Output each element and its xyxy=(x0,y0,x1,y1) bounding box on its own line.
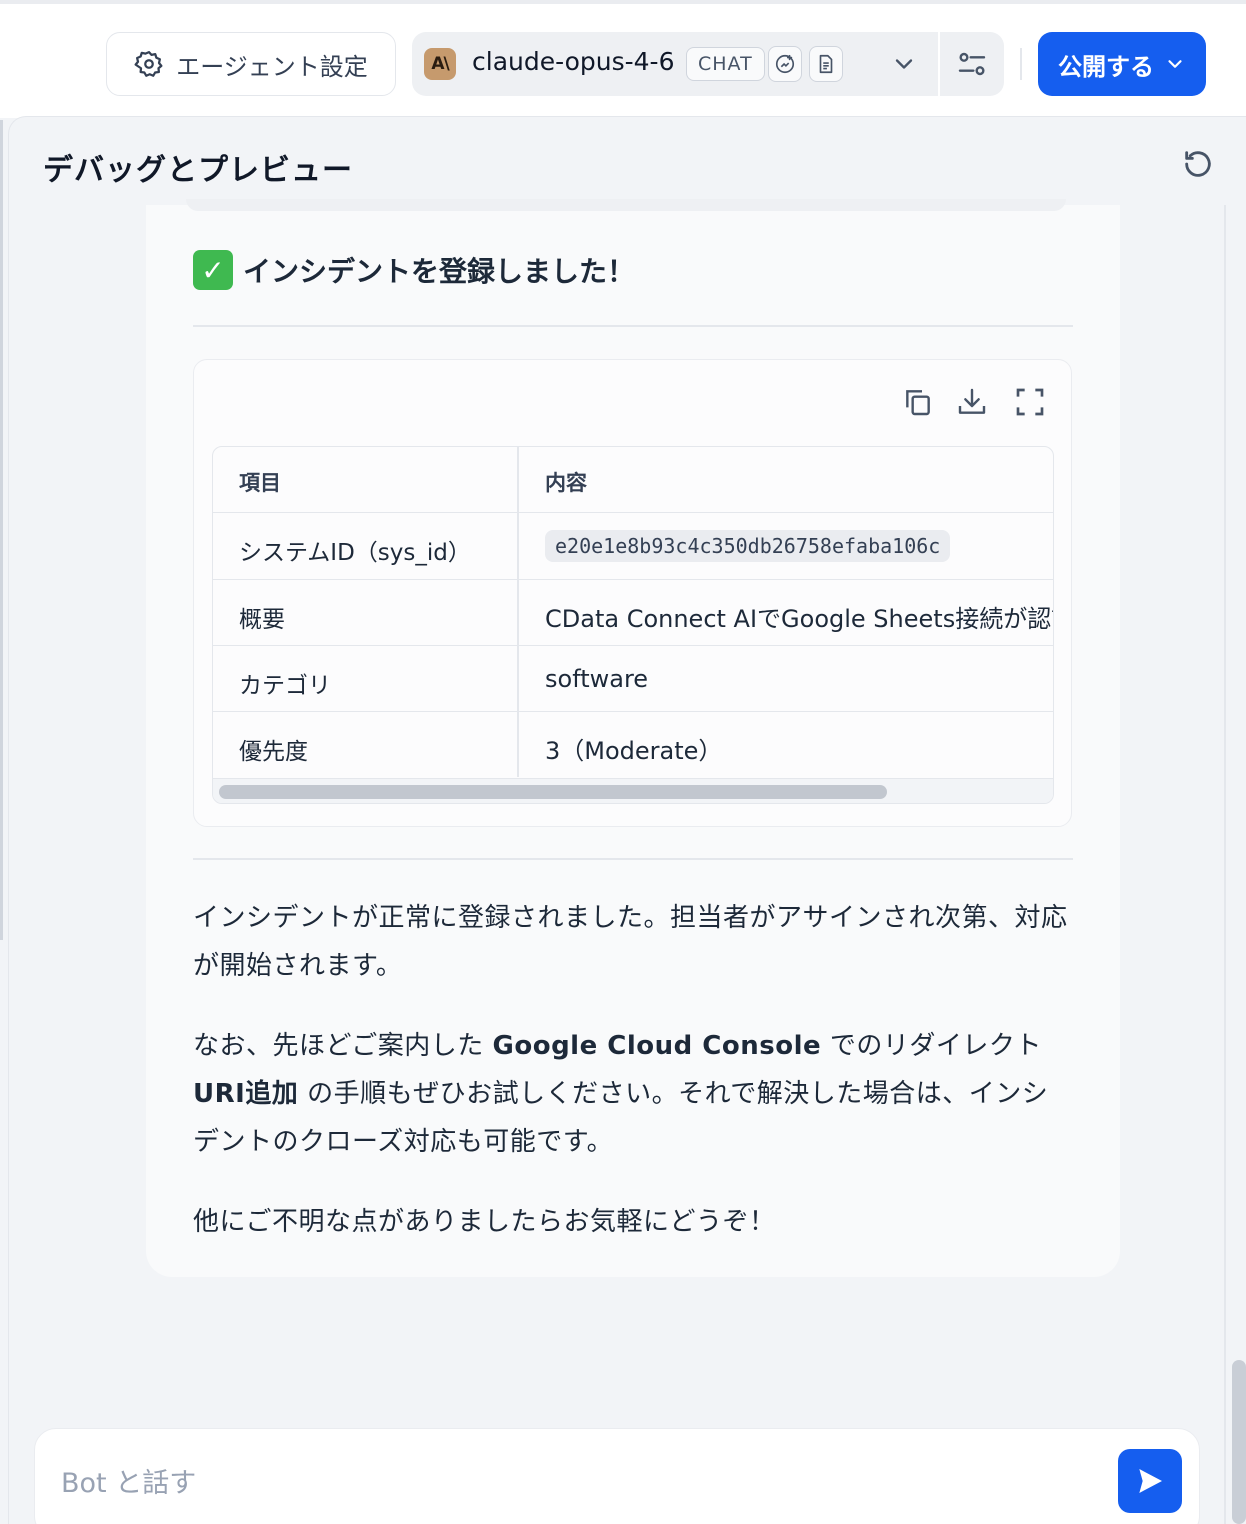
table-cell-value: 3（Moderate） xyxy=(545,737,723,765)
table-row: 優先度 3（Moderate） xyxy=(213,712,1053,779)
success-heading: ✓ インシデントを登録しました！ xyxy=(193,250,635,290)
chat-input[interactable] xyxy=(61,1459,1061,1507)
model-divider xyxy=(938,32,940,96)
panel-title: デバッグとプレビュー xyxy=(43,153,353,188)
download-icon[interactable] xyxy=(956,386,988,418)
send-icon xyxy=(1139,1469,1162,1493)
success-text: インシデントを登録しました！ xyxy=(243,255,636,288)
table-cell-label: 概要 xyxy=(239,607,285,633)
agent-settings-button[interactable]: エージェント設定 xyxy=(106,32,396,96)
table-row: カテゴリ software xyxy=(213,646,1053,712)
table-cell-label: システムID（sys_id） xyxy=(239,540,471,566)
refresh-icon[interactable] xyxy=(1181,147,1215,181)
publish-label: 公開する xyxy=(1058,52,1154,81)
table-cell-value: software xyxy=(545,665,649,693)
toolbar-divider xyxy=(1020,48,1022,80)
model-selector[interactable]: A\ claude-opus-4-6 CHAT xyxy=(412,32,1004,96)
bold-text: Google Cloud Console xyxy=(492,1031,822,1061)
divider xyxy=(193,325,1073,327)
table-cell-label: カテゴリ xyxy=(239,673,331,699)
table-cell-value: e20e1e8b93c4c350db26758efaba106c xyxy=(545,530,951,562)
message-paragraph: 他にご不明な点がありましたらお気軽にどうぞ！ xyxy=(193,1207,776,1237)
text-segment: でのリダイレクト xyxy=(821,1031,1042,1061)
data-table: 項目 内容 システムID（sys_id） e20e1e8b93c4c350db2… xyxy=(212,446,1054,804)
divider xyxy=(193,858,1073,860)
model-name: claude-opus-4-6 xyxy=(472,47,675,76)
scroll-rail xyxy=(1224,205,1226,1524)
check-icon: ✓ xyxy=(193,250,233,290)
message-paragraph: なお、先ほどご案内した Google Cloud Console でのリダイレク… xyxy=(193,1022,1073,1166)
table-block: 項目 内容 システムID（sys_id） e20e1e8b93c4c350db2… xyxy=(193,359,1072,827)
gear-icon xyxy=(134,51,163,77)
model-mode-badge: CHAT xyxy=(686,47,765,81)
text-segment: なお、先ほどご案内した xyxy=(193,1031,493,1061)
table-cell-value: CData Connect AIでGoogle Sheets接続が認証エラーにな… xyxy=(545,605,1053,633)
table-scrollbar-track xyxy=(213,779,1053,803)
table-row: 概要 CData Connect AIでGoogle Sheets接続が認証エラ… xyxy=(213,580,1053,646)
agent-settings-label: エージェント設定 xyxy=(176,52,368,81)
table-header-cell: 項目 xyxy=(239,471,281,495)
chevron-down-icon[interactable] xyxy=(890,50,918,78)
anthropic-logo-icon: A\ xyxy=(424,48,456,80)
send-button[interactable] xyxy=(1118,1449,1182,1513)
vision-icon xyxy=(768,46,802,82)
table-header-row: 項目 内容 xyxy=(213,447,1053,513)
fullscreen-icon[interactable] xyxy=(1014,386,1046,418)
table-row: システムID（sys_id） e20e1e8b93c4c350db26758ef… xyxy=(213,513,1053,580)
sys-id-code: e20e1e8b93c4c350db26758efaba106c xyxy=(545,530,951,562)
top-toolbar: エージェント設定 A\ claude-opus-4-6 CHAT 公開する xyxy=(0,0,1246,118)
document-icon xyxy=(809,46,843,82)
panel-resize-handle[interactable] xyxy=(0,120,3,940)
bold-text: URI追加 xyxy=(193,1079,299,1109)
copy-icon[interactable] xyxy=(902,386,934,418)
table-cell-label: 優先度 xyxy=(239,739,308,765)
parameters-icon[interactable] xyxy=(956,48,988,80)
previous-message-edge xyxy=(186,199,1066,211)
panel-scrollbar[interactable] xyxy=(1232,1360,1246,1524)
chevron-down-icon xyxy=(1168,60,1182,68)
table-scrollbar[interactable] xyxy=(219,785,887,799)
table-header-cell: 内容 xyxy=(545,471,587,495)
message-paragraph: インシデントが正常に登録されました。担当者がアサインされ次第、対応が開始されます… xyxy=(193,903,1068,981)
publish-button[interactable]: 公開する xyxy=(1038,32,1206,96)
text-segment: の手順もぜひお試しください。それで解決した場合は、インシデントのクローズ対応も可… xyxy=(193,1079,1049,1157)
chat-input-area xyxy=(34,1428,1200,1524)
